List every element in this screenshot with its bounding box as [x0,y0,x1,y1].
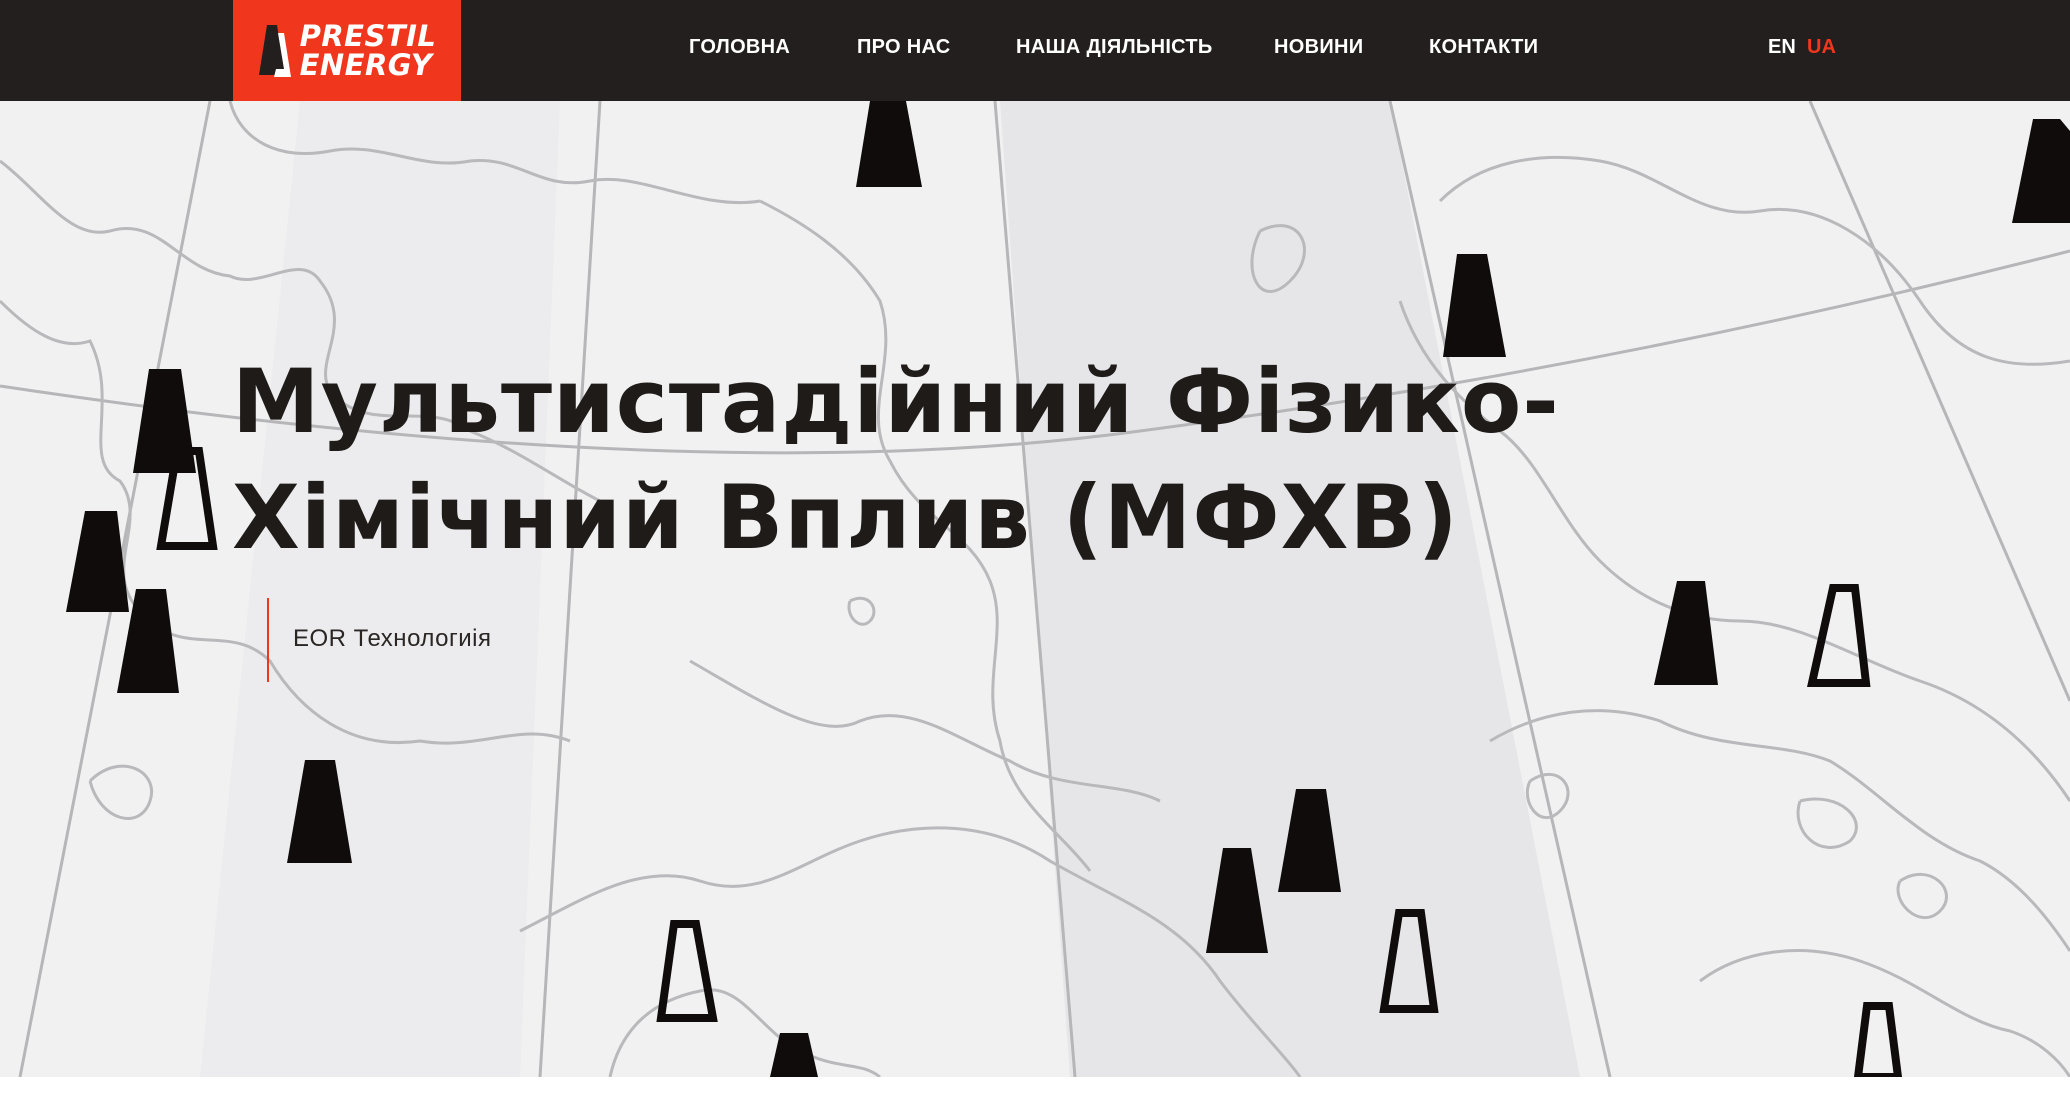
oil-derrick-icon [1807,584,1871,687]
top-navigation-bar: PRESTIL ENERGY ГОЛОВНА ПРО НАС НАША ДІЯЛ… [0,0,2070,101]
oil-derrick-icon [770,1033,818,1077]
language-ua-link[interactable]: UA [1807,36,1836,59]
nav-item-contacts[interactable]: КОНТАКТИ [1429,36,1538,59]
hero-title-line2: Хімічний Вплив (МФХВ) [232,466,1459,569]
oil-derrick-icon [1654,581,1718,685]
prestil-energy-logo[interactable]: PRESTIL ENERGY [233,0,461,101]
logo-text-line1: PRESTIL [299,18,437,53]
page-bottom-space [0,1077,2070,1115]
hero-section: Мультистадійний Фізико- Хімічний Вплив (… [0,101,2070,1077]
oil-derrick-icon [2012,119,2070,223]
nav-item-news[interactable]: НОВИНИ [1274,36,1363,59]
nav-item-about[interactable]: ПРО НАС [857,36,951,59]
oil-derrick-icon [1853,1002,1903,1077]
hero-subtitle: EOR Технологиія [293,625,492,652]
oil-derrick-icon [66,511,129,612]
derrick-logo-icon [258,24,291,77]
nav-item-home[interactable]: ГОЛОВНА [689,36,790,59]
logo-content: PRESTIL ENERGY [258,18,437,82]
logo-text-line2: ENERGY [299,47,433,82]
oil-derrick-icon [1443,254,1506,357]
subtitle-accent-bar [267,598,269,682]
hero-title-line1: Мультистадійний Фізико- [232,350,1560,453]
oil-derrick-icon [133,369,196,473]
map-zone-shading [200,101,1580,1077]
oil-derrick-icon [856,101,922,187]
oil-derrick-icon [656,920,718,1022]
map-background [0,101,2070,1077]
logo-wordmark: PRESTIL ENERGY [299,18,437,82]
hero-title: Мультистадійний Фізико- Хімічний Вплив (… [232,344,1632,576]
nav-item-activity[interactable]: НАША ДІЯЛЬНІСТЬ [1016,36,1213,59]
language-en-link[interactable]: EN [1768,36,1796,59]
